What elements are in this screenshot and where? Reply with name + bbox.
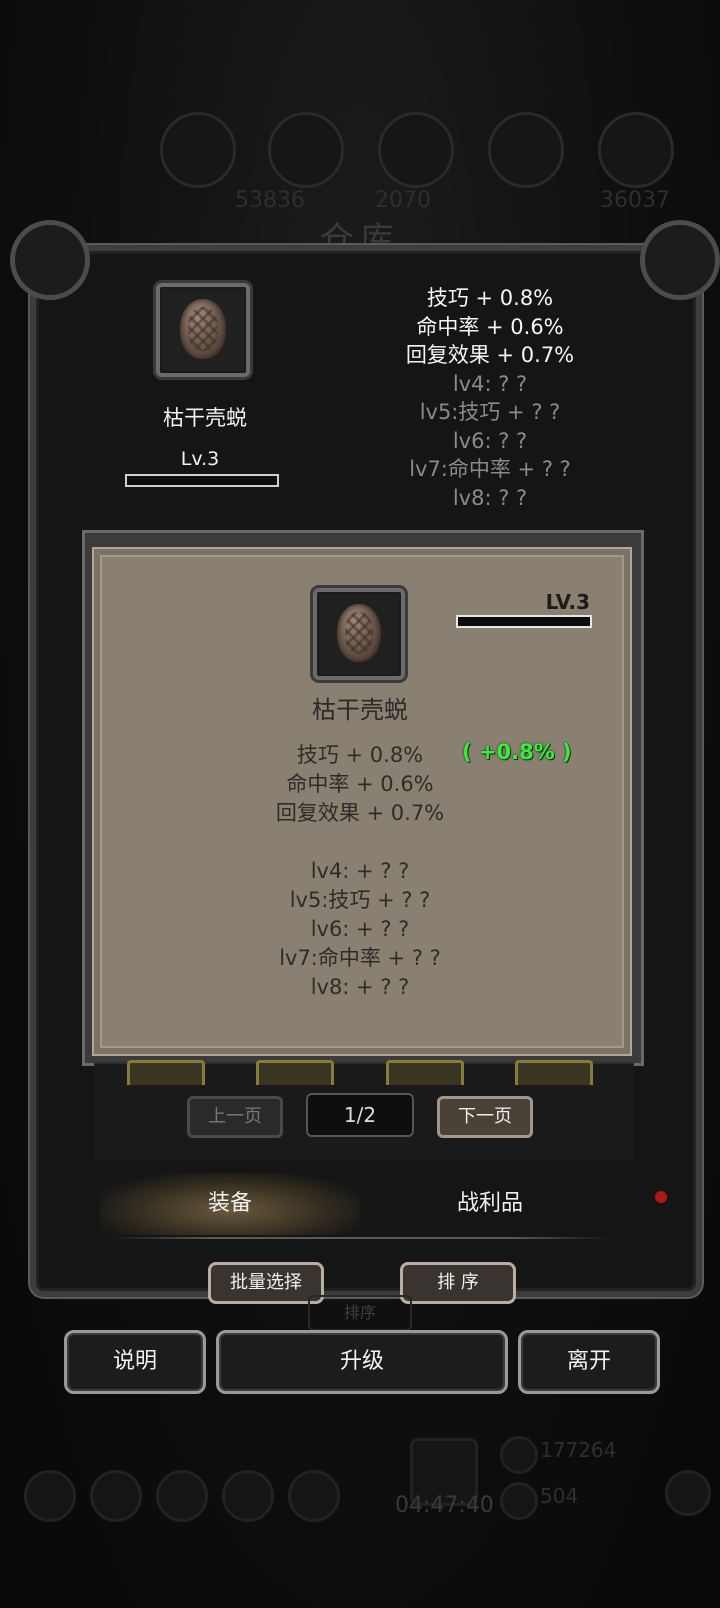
resource-count: 53836 bbox=[235, 188, 305, 213]
locked-stat-line: lv7:命中率 + ? ? bbox=[409, 457, 571, 481]
stat-line: 回复效果 + 0.7% bbox=[275, 801, 445, 825]
locked-stat-line: lv5:技巧 + ? ? bbox=[289, 888, 431, 912]
upgrade-button[interactable]: 升级 bbox=[216, 1330, 508, 1394]
resource-icon bbox=[378, 112, 454, 188]
menu-icon bbox=[24, 1470, 76, 1522]
stat-bonus: ( +0.8% ) bbox=[462, 740, 572, 764]
item-stats: 技巧 + 0.8% 命中率 + 0.6% 回复效果 + 0.7% lv4: ? … bbox=[340, 284, 640, 512]
gem-amount: 504 bbox=[540, 1484, 579, 1508]
resource-count: 2070 bbox=[375, 188, 431, 213]
background-sort-button: 排序 bbox=[308, 1295, 412, 1331]
inventory-slot[interactable] bbox=[386, 1060, 464, 1085]
menu-icon bbox=[288, 1470, 340, 1522]
detail-locked-stats: lv4: + ? ? lv5:技巧 + ? ? lv6: + ? ? lv7:命… bbox=[92, 857, 628, 1002]
inventory-slot[interactable] bbox=[256, 1060, 334, 1085]
locked-stat-line: lv8: + ? ? bbox=[310, 975, 410, 999]
resource-icon bbox=[488, 112, 564, 188]
resource-icon bbox=[598, 112, 674, 188]
tab-loot[interactable]: 战利品 bbox=[360, 1173, 620, 1235]
menu-icon bbox=[156, 1470, 208, 1522]
locked-stat-line: lv8: ? ? bbox=[452, 485, 528, 510]
resource-icon bbox=[160, 112, 236, 188]
level-progress-bar bbox=[125, 474, 279, 487]
item-name: 枯干壳蜕 bbox=[163, 406, 247, 430]
tab-equipment[interactable]: 装备 bbox=[100, 1173, 360, 1235]
next-page-button[interactable]: 下一页 bbox=[437, 1096, 533, 1138]
item-level: Lv.3 bbox=[180, 448, 220, 470]
dried-shell-icon bbox=[180, 299, 226, 359]
frame-ornament bbox=[640, 220, 720, 300]
sort-button[interactable]: 排 序 bbox=[400, 1262, 516, 1304]
countdown-timer: 04:47:40 bbox=[395, 1493, 494, 1518]
dried-shell-icon bbox=[337, 604, 381, 662]
explain-button[interactable]: 说明 bbox=[64, 1330, 206, 1394]
locked-stat-line: lv5:技巧 + ? ? bbox=[419, 400, 561, 424]
notification-dot bbox=[655, 1191, 667, 1203]
item-slot[interactable] bbox=[156, 283, 250, 377]
menu-icon bbox=[90, 1470, 142, 1522]
stat-line: 技巧 + 0.8% bbox=[426, 286, 554, 310]
batch-select-button[interactable]: 批量选择 bbox=[208, 1262, 324, 1304]
stat-line: 命中率 + 0.6% bbox=[286, 772, 434, 796]
locked-stat-line: lv6: ? ? bbox=[452, 428, 528, 453]
resource-count: 36037 bbox=[600, 188, 670, 213]
leave-button[interactable]: 离开 bbox=[518, 1330, 660, 1394]
inventory-slot[interactable] bbox=[515, 1060, 593, 1085]
detail-item-name: 枯干壳蜕 bbox=[312, 696, 408, 724]
gem-icon bbox=[500, 1482, 538, 1520]
detail-item-slot bbox=[313, 588, 405, 680]
locked-stat-line: lv7:命中率 + ? ? bbox=[279, 946, 441, 970]
stat-line: 回复效果 + 0.7% bbox=[405, 343, 575, 367]
locked-stat-line: lv4: + ? ? bbox=[310, 859, 410, 883]
locked-stat-line: lv6: + ? ? bbox=[310, 917, 410, 941]
gold-coin-icon bbox=[500, 1436, 538, 1474]
tab-divider bbox=[110, 1237, 610, 1239]
page-indicator: 1/2 bbox=[306, 1093, 414, 1137]
detail-item-level: LV.3 bbox=[545, 590, 590, 614]
detail-level-progress-bar bbox=[456, 615, 592, 628]
locked-stat-line: lv4: ? ? bbox=[452, 371, 528, 396]
add-icon bbox=[665, 1470, 711, 1516]
prev-page-button[interactable]: 上一页 bbox=[187, 1096, 283, 1138]
frame-ornament bbox=[10, 220, 90, 300]
stat-line: 命中率 + 0.6% bbox=[416, 314, 564, 339]
menu-icon bbox=[222, 1470, 274, 1522]
gold-amount: 177264 bbox=[540, 1438, 617, 1462]
resource-icon bbox=[268, 112, 344, 188]
inventory-slot[interactable] bbox=[127, 1060, 205, 1085]
